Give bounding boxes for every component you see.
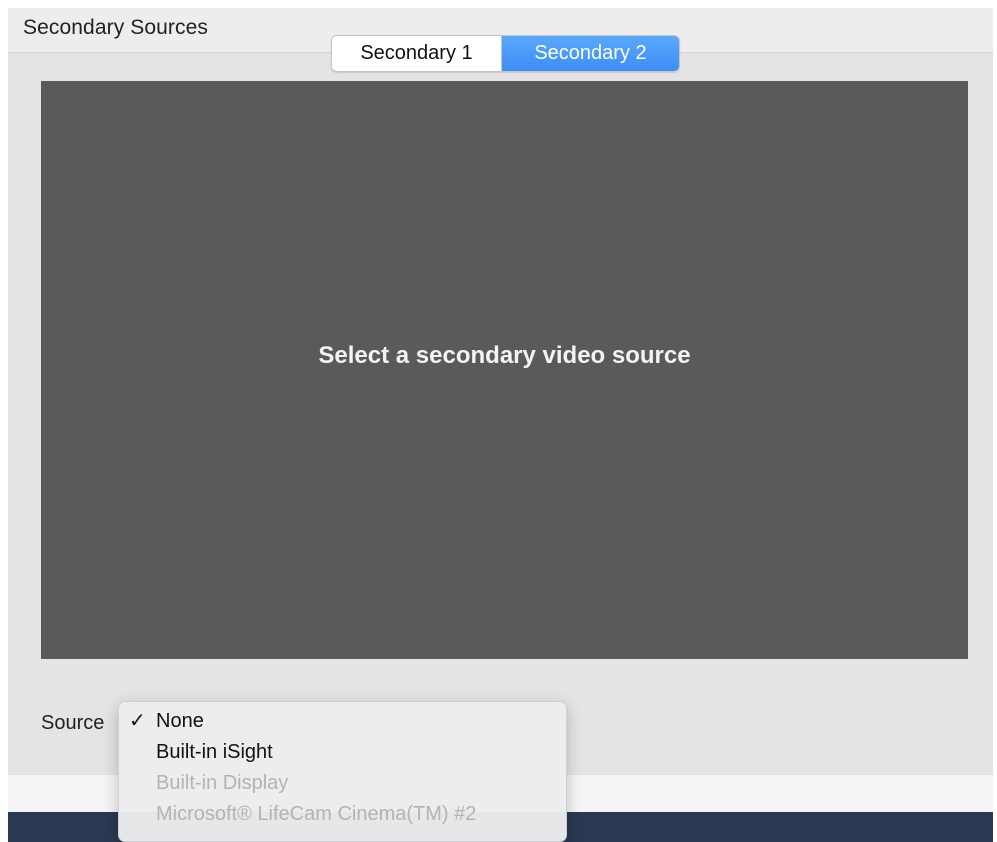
menu-item-built-in-display: Built-in Display: [119, 768, 566, 799]
menu-item-label: None: [156, 710, 204, 732]
source-dropdown-menu[interactable]: ✓ None Built-in iSight Built-in Display …: [118, 701, 567, 842]
secondary-sources-window: Secondary Sources Secondary 1 Secondary …: [8, 8, 993, 842]
checkmark-icon: ✓: [129, 710, 146, 732]
preview-message: Select a secondary video source: [318, 342, 691, 369]
menu-item-none[interactable]: ✓ None: [119, 706, 566, 737]
menu-item-built-in-isight[interactable]: Built-in iSight: [119, 737, 566, 768]
tab-secondary-1[interactable]: Secondary 1: [332, 36, 502, 71]
menu-item-label: Microsoft® LifeCam Cinema(TM) #2: [156, 803, 477, 825]
tab-secondary-2[interactable]: Secondary 2: [502, 36, 679, 71]
video-preview: Select a secondary video source: [41, 81, 968, 659]
menu-item-lifecam-cinema: Microsoft® LifeCam Cinema(TM) #2: [119, 799, 566, 830]
menu-item-label: Built-in Display: [156, 772, 289, 794]
secondary-tab-control: Secondary 1 Secondary 2: [331, 35, 680, 72]
source-label: Source: [41, 712, 105, 734]
menu-item-label: Built-in iSight: [156, 741, 273, 763]
page-title: Secondary Sources: [23, 16, 208, 39]
